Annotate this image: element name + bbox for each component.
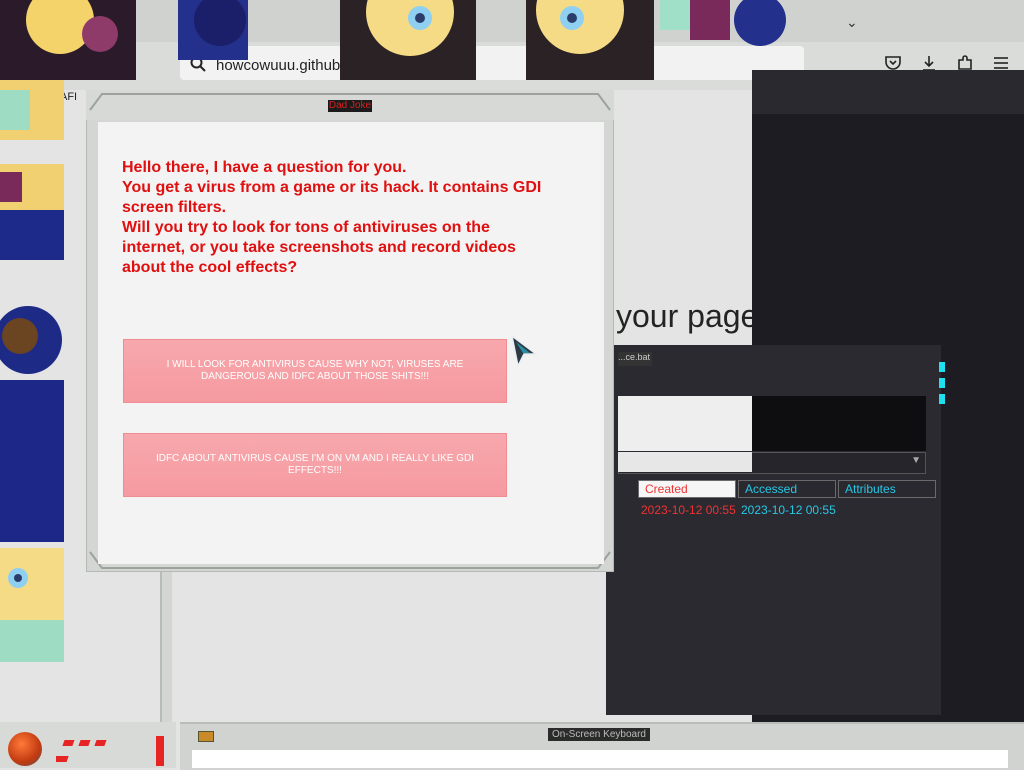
cursor-icon [510,334,539,368]
led-strip [939,362,945,404]
sticker-trail-top [0,0,786,80]
avatar-sticker [0,0,786,80]
chevron-down-icon: ▼ [911,455,921,466]
column-header-accessed[interactable]: Accessed [738,480,836,498]
keyboard-icon [198,731,214,742]
cell-accessed: 2023-10-12 00:55 [741,503,836,517]
keyboard-window-title: On-Screen Keyboard [548,728,650,741]
led-dashes [56,736,164,766]
antivirus-button[interactable]: I WILL LOOK FOR ANTIVIRUS CAUSE WHY NOT,… [123,339,507,403]
column-header-created[interactable]: Created [638,480,736,498]
explorer-pane-light [618,396,752,451]
dialog-title: Dad Joke [328,100,372,112]
explorer-dropdown-light [618,452,752,472]
idfc-button-label: IDFC ABOUT ANTIVIRUS CAUSE I'M ON VM AND… [155,453,475,476]
cell-created: 2023-10-12 00:55 [641,503,736,517]
orb-icon [8,732,42,766]
window-edge [160,570,172,722]
sticker-trail-left [0,80,64,662]
chevron-down-icon[interactable]: ⌄ [846,14,858,31]
dialog-message: Hello there, I have a question for you. … [122,159,542,276]
column-header-attributes[interactable]: Attributes [838,480,936,498]
antivirus-button-label: I WILL LOOK FOR ANTIVIRUS CAUSE WHY NOT,… [166,359,464,382]
keyboard-pane [192,750,1008,768]
idfc-button[interactable]: IDFC ABOUT ANTIVIRUS CAUSE I'M ON VM AND… [123,433,507,497]
explorer-lower-title: ...ce.bat [618,352,652,366]
